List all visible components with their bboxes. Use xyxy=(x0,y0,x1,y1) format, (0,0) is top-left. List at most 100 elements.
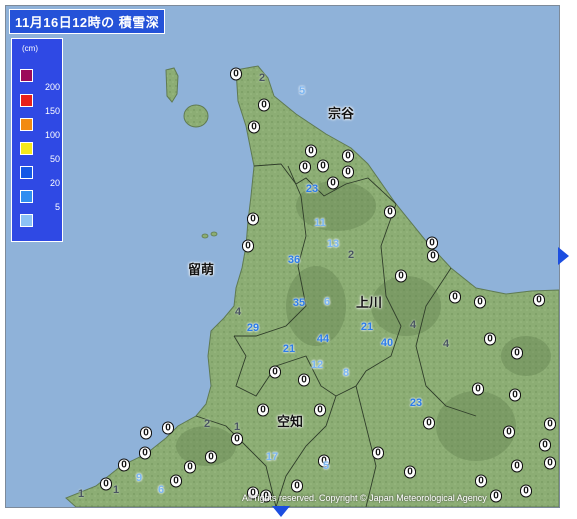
snow-depth-value: 0 xyxy=(242,239,254,253)
snow-depth-value: 0 xyxy=(427,249,439,263)
snow-depth-value: 0 xyxy=(426,236,438,250)
place-label-soya: 宗谷 xyxy=(328,106,355,121)
snow-depth-value: 21 xyxy=(282,343,296,355)
map-background xyxy=(6,6,559,507)
yagishiri-island xyxy=(210,231,218,237)
snow-depth-value: 0 xyxy=(298,373,310,387)
snow-depth-value: 11 xyxy=(314,217,326,229)
snow-depth-value: 0 xyxy=(384,205,396,219)
snow-depth-value: 0 xyxy=(299,160,311,174)
snow-depth-value: 12 xyxy=(310,359,324,371)
snow-depth-value: 0 xyxy=(162,421,174,435)
snow-depth-value: 0 xyxy=(503,425,515,439)
snow-depth-value: 8 xyxy=(342,367,350,379)
snow-depth-value: 0 xyxy=(305,144,317,158)
snow-depth-value: 0 xyxy=(423,416,435,430)
snow-depth-value: 0 xyxy=(205,450,217,464)
snow-depth-value: 0 xyxy=(342,165,354,179)
arrow-right-icon[interactable] xyxy=(558,247,569,265)
place-label-sorachi: 空知 xyxy=(277,414,304,429)
snow-depth-value: 17 xyxy=(265,451,279,463)
snow-depth-value: 21 xyxy=(360,321,374,333)
snow-depth-value: 0 xyxy=(269,365,281,379)
snow-depth-value: 40 xyxy=(380,337,394,349)
snow-depth-value: 9 xyxy=(135,472,143,484)
snow-depth-value: 0 xyxy=(449,290,461,304)
snow-depth-value: 0 xyxy=(342,149,354,163)
legend-unit: (cm) xyxy=(22,44,38,53)
legend-swatch xyxy=(20,214,33,227)
rishiri-island xyxy=(183,104,209,128)
snow-depth-value: 0 xyxy=(544,417,556,431)
arrow-down-icon[interactable] xyxy=(272,506,290,517)
snow-depth-value: 0 xyxy=(475,474,487,488)
snow-depth-value: 2 xyxy=(347,249,355,261)
snow-depth-value: 5 xyxy=(322,460,330,472)
snow-depth-map: 11月16日12時の 積雪深 (cm) 200 150 100 50 20 5 宗谷 留萌… xyxy=(5,5,560,508)
place-label-kamikawa: 上川 xyxy=(356,295,383,310)
snow-depth-value: 0 xyxy=(257,403,269,417)
snow-depth-value: 0 xyxy=(118,458,130,472)
snow-depth-value: 4 xyxy=(234,306,242,318)
snow-depth-value: 0 xyxy=(291,479,303,493)
snow-depth-value: 2 xyxy=(203,418,211,430)
legend-swatch xyxy=(20,142,33,155)
legend-swatch xyxy=(20,118,33,131)
snow-depth-value: 44 xyxy=(316,333,330,345)
legend-label: 20 xyxy=(49,178,60,188)
snow-depth-value: 0 xyxy=(184,460,196,474)
legend-label: 200 xyxy=(44,82,60,92)
snow-depth-value: 1 xyxy=(233,421,241,433)
snow-depth-value: 0 xyxy=(509,388,521,402)
snow-depth-value: 0 xyxy=(520,484,532,498)
snow-depth-value: 0 xyxy=(258,98,270,112)
snow-depth-value: 23 xyxy=(409,397,423,409)
snow-depth-value: 5 xyxy=(298,85,306,97)
snow-depth-value: 0 xyxy=(248,120,260,134)
snow-depth-value: 0 xyxy=(511,459,523,473)
snow-depth-value: 0 xyxy=(539,438,551,452)
legend-label: 100 xyxy=(44,130,60,140)
snow-depth-value: 36 xyxy=(287,254,301,266)
snow-depth-value: 1 xyxy=(77,488,85,500)
snow-depth-value: 6 xyxy=(157,484,165,496)
snow-depth-value: 4 xyxy=(409,319,417,331)
snow-depth-value: 13 xyxy=(326,238,340,250)
map-title: 11月16日12時の 積雪深 xyxy=(9,9,166,34)
snow-depth-value: 0 xyxy=(327,176,339,190)
snow-depth-value: 35 xyxy=(292,297,306,309)
snow-depth-value: 0 xyxy=(140,426,152,440)
snow-depth-legend: (cm) 200 150 100 50 20 5 xyxy=(11,38,63,242)
snow-depth-value: 2 xyxy=(258,72,266,84)
snow-depth-value: 0 xyxy=(395,269,407,283)
snow-depth-value: 0 xyxy=(544,456,556,470)
snow-depth-value: 0 xyxy=(314,403,326,417)
place-label-rumoi: 留萌 xyxy=(188,262,215,277)
snow-depth-value: 0 xyxy=(484,332,496,346)
legend-swatch xyxy=(20,166,33,179)
snow-depth-value: 0 xyxy=(100,477,112,491)
snow-depth-value: 0 xyxy=(474,295,486,309)
legend-swatch xyxy=(20,94,33,107)
snow-depth-value: 0 xyxy=(230,67,242,81)
snow-depth-value: 29 xyxy=(246,322,260,334)
snow-depth-value: 0 xyxy=(404,465,416,479)
teuri-island xyxy=(201,233,209,239)
legend-label: 150 xyxy=(44,106,60,116)
snow-depth-value: 0 xyxy=(511,346,523,360)
snow-depth-value: 0 xyxy=(472,382,484,396)
snow-depth-value: 4 xyxy=(442,338,450,350)
snow-depth-value: 0 xyxy=(170,474,182,488)
legend-swatch xyxy=(20,190,33,203)
snow-depth-value: 23 xyxy=(305,183,319,195)
snow-depth-value: 0 xyxy=(231,432,243,446)
legend-swatch xyxy=(20,69,33,82)
snow-depth-value: 0 xyxy=(139,446,151,460)
snow-depth-value: 0 xyxy=(372,446,384,460)
snow-depth-value: 0 xyxy=(490,489,502,503)
snow-depth-value: 6 xyxy=(323,296,331,308)
snow-depth-value: 0 xyxy=(317,159,329,173)
legend-label: 5 xyxy=(54,202,60,212)
snow-depth-value: 1 xyxy=(112,484,120,496)
legend-label: 50 xyxy=(49,154,60,164)
